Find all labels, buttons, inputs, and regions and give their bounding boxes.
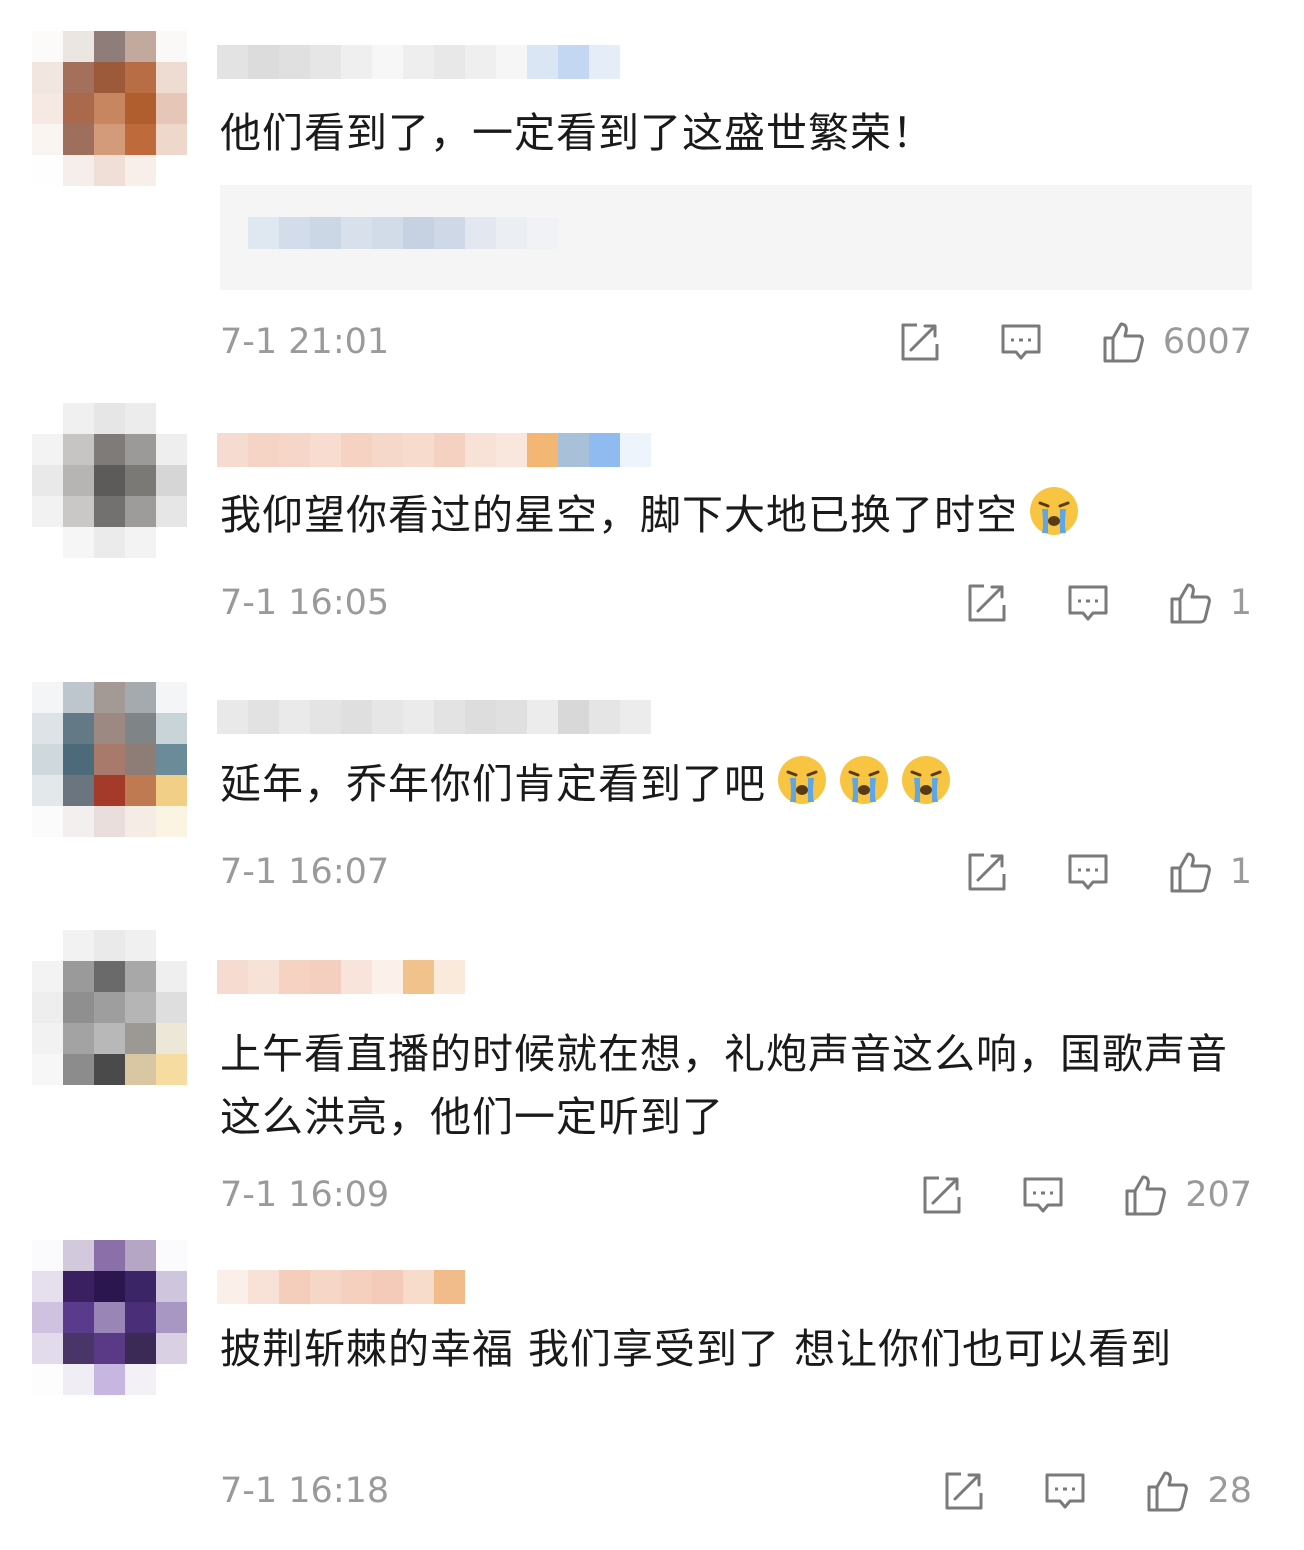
thumbs-up-icon[interactable] <box>1145 1469 1189 1513</box>
avatar[interactable] <box>32 930 187 1085</box>
comment-meta: 7-1 21:01 6007 <box>220 320 1252 364</box>
action-bar: 1 <box>964 850 1252 894</box>
thumbs-up-icon[interactable] <box>1168 850 1212 894</box>
avatar[interactable] <box>32 403 187 558</box>
like-count: 6007 <box>1162 322 1252 362</box>
thumbs-up-icon[interactable] <box>1168 581 1212 625</box>
thumbs-up-icon[interactable] <box>1101 320 1145 364</box>
username-blurred[interactable] <box>217 433 651 467</box>
thumbs-up-icon[interactable] <box>1123 1173 1167 1217</box>
comment-icon[interactable] <box>999 320 1043 364</box>
comment-text: 上午看直播的时候就在想，礼炮声音这么响，国歌声音这么洪亮，他们一定听到了 <box>220 1030 1228 1141</box>
share-icon[interactable] <box>964 850 1008 894</box>
action-bar: 207 <box>919 1173 1252 1217</box>
comment-time: 7-1 16:18 <box>220 1471 390 1511</box>
share-icon[interactable] <box>964 581 1008 625</box>
comment-time: 7-1 16:05 <box>220 583 390 623</box>
reply-preview-blurred <box>248 217 558 249</box>
like-count: 207 <box>1185 1175 1252 1215</box>
like-count: 1 <box>1229 852 1252 892</box>
crying-face-emoji <box>840 756 888 804</box>
comment-time: 7-1 16:07 <box>220 852 390 892</box>
crying-face-emoji <box>1030 487 1078 535</box>
comment-text: 披荆斩棘的幸福 我们享受到了 想让你们也可以看到 <box>220 1325 1173 1373</box>
crying-face-emoji <box>778 756 826 804</box>
comment-meta: 7-1 16:09 207 <box>220 1173 1252 1217</box>
username-blurred[interactable] <box>217 45 620 79</box>
username-blurred[interactable] <box>217 960 465 994</box>
comment-icon[interactable] <box>1066 581 1110 625</box>
avatar[interactable] <box>32 682 187 837</box>
avatar[interactable] <box>32 31 187 186</box>
reply-preview-box[interactable] <box>220 185 1252 290</box>
comment-icon[interactable] <box>1043 1469 1087 1513</box>
comment-time: 7-1 16:09 <box>220 1175 390 1215</box>
avatar[interactable] <box>32 1240 187 1395</box>
crying-face-emoji <box>902 756 950 804</box>
comment-icon[interactable] <box>1021 1173 1065 1217</box>
share-icon[interactable] <box>919 1173 963 1217</box>
action-bar: 6007 <box>897 320 1252 364</box>
action-bar: 1 <box>964 581 1252 625</box>
comment-text: 他们看到了，一定看到了这盛世繁荣！ <box>220 109 934 157</box>
like-count: 28 <box>1207 1471 1252 1511</box>
comment-time: 7-1 21:01 <box>220 322 390 362</box>
username-blurred[interactable] <box>217 1270 465 1304</box>
comment-meta: 7-1 16:05 1 <box>220 581 1252 625</box>
share-icon[interactable] <box>941 1469 985 1513</box>
comment-icon[interactable] <box>1066 850 1110 894</box>
like-count: 1 <box>1229 583 1252 623</box>
comment-text: 延年，乔年你们肯定看到了吧 <box>220 753 1260 816</box>
action-bar: 28 <box>941 1469 1252 1513</box>
share-icon[interactable] <box>897 320 941 364</box>
username-blurred[interactable] <box>217 700 651 734</box>
comment-text: 我仰望你看过的星空，脚下大地已换了时空 <box>220 484 1260 547</box>
comment-meta: 7-1 16:18 28 <box>220 1469 1252 1513</box>
comment-meta: 7-1 16:07 1 <box>220 850 1252 894</box>
